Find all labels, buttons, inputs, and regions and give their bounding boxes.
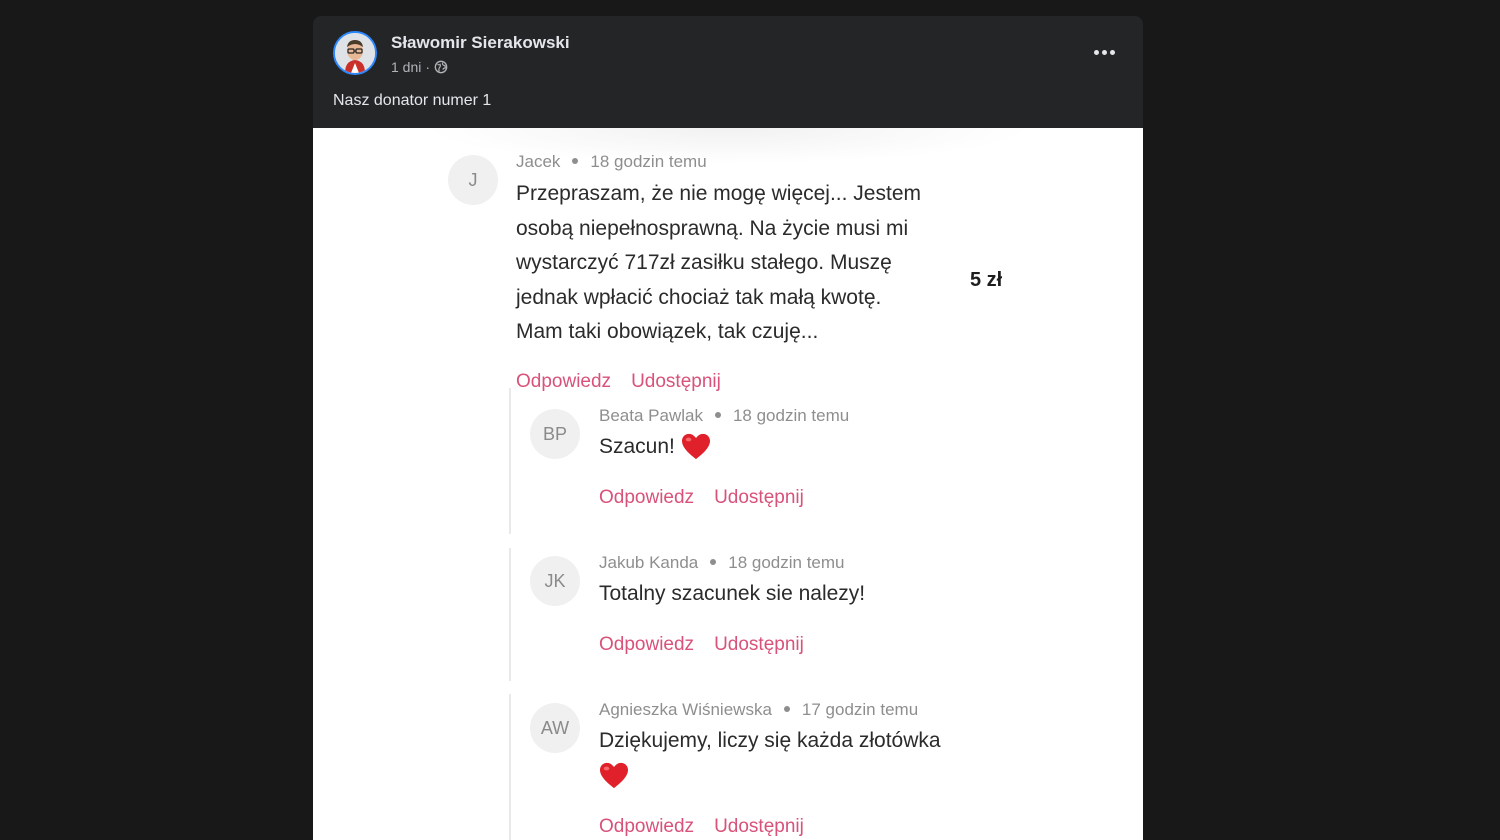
more-options-button[interactable] [1087,40,1121,64]
embedded-screenshot: J Jacek 18 godzin temu Przepraszam, że ni… [313,128,1143,840]
thread-line [509,388,511,534]
reply-avatar: AW [530,703,580,753]
heart-icon [600,762,628,789]
commenter-name: Jacek [516,152,561,171]
reply-text: Dziękujemy, liczy się każda złotówka [599,724,1019,793]
comment-line: jednak wpłacić chociaż tak małą kwotę. [516,285,882,309]
comment-line: wystarczyć 717zł zasiłku stałego. Muszę [516,251,892,274]
dot-separator [572,157,579,164]
donation-amount: 5 zł [970,269,1003,291]
share-link[interactable]: Udostępnij [714,816,804,837]
reply-avatar: BP [530,409,580,459]
reply-text: Totalny szacunek sie nalezy! [599,582,866,605]
reply-link[interactable]: Odpowiedz [516,371,611,392]
post-time[interactable]: 1 dni [391,59,421,75]
more-options-dot [1101,49,1107,55]
screenshot-top-shadow [423,128,1033,164]
more-options-icon [1093,49,1099,55]
reply-header: Beata Pawlak 18 godzin temu [599,406,849,426]
reply-link[interactable]: Odpowiedz [599,487,694,508]
reply-author-name: Beata Pawlak [599,406,703,425]
author-portrait-icon [335,33,375,73]
post-text: Nasz donator numer 1 [333,92,492,109]
dot-separator [783,705,790,712]
reply-author-name: Agnieszka Wiśniewska [599,700,772,719]
share-link[interactable]: Udostępnij [631,371,721,392]
reply-emoji-line [599,759,1019,794]
dot-separator [714,411,721,418]
comment-actions: Odpowiedz Udostępnij [516,371,721,393]
facebook-post: Sławomir Sierakowski 1 dni · Nasz donato… [313,16,1143,840]
share-link[interactable]: Udostępnij [714,634,804,655]
comment-header: Jacek 18 godzin temu [516,152,707,172]
comment-text: Przepraszam, że nie mogę więcej... Jeste… [516,177,976,350]
reply-author-name: Jakub Kanda [599,553,699,572]
reply-actions: Odpowiedz Udostępnij [599,816,804,838]
reply-text-content: Szacun! [599,435,681,458]
post-author-name[interactable]: Sławomir Sierakowski [391,33,570,53]
more-options-dot [1109,49,1115,55]
reply-header: Agnieszka Wiśniewska 17 godzin temu [599,700,918,720]
comment-line: osobą niepełnosprawną. Na życie musi mi [516,216,909,240]
reply-header: Jakub Kanda 18 godzin temu [599,553,845,573]
reply-link[interactable]: Odpowiedz [599,816,694,837]
thread-line [509,694,511,840]
comment-line: Przepraszam, że nie mogę więcej... Jeste… [516,182,921,205]
comment-time: 18 godzin temu [590,152,707,171]
reply-actions: Odpowiedz Udostępnij [599,487,804,509]
globe-icon [434,60,448,74]
reply-link[interactable]: Odpowiedz [599,634,694,655]
reply-text: Szacun! [599,430,711,465]
reply-time: 18 godzin temu [732,406,850,425]
dot-separator [710,558,717,565]
commenter-avatar: J [448,155,498,205]
heart-icon [681,434,710,460]
post-header: Sławomir Sierakowski 1 dni · Nasz donato… [313,16,1143,128]
thread-line [509,548,511,681]
reply-actions: Odpowiedz Udostępnij [599,634,804,656]
meta-separator: · [425,59,431,75]
author-avatar[interactable] [333,31,377,75]
reply-avatar: JK [530,556,580,606]
reply-time: 17 godzin temu [801,700,919,719]
reply-text-content: Dziękujemy, liczy się każda złotówka [599,729,941,752]
comment-line: Mam taki obowiązek, tak czuję... [516,320,819,343]
share-link[interactable]: Udostępnij [714,487,804,508]
reply-time: 18 godzin temu [728,553,845,572]
post-meta: 1 dni · [391,59,448,75]
